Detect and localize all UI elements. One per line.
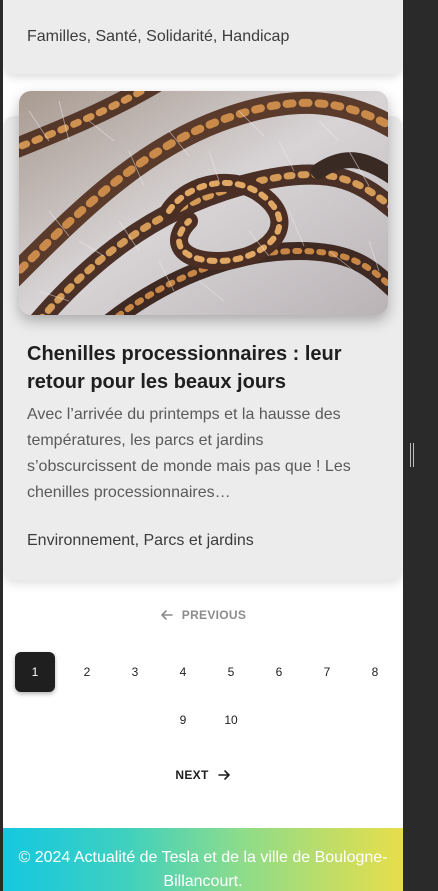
article-card[interactable]: Chenilles processionnaires : leur retour… [4,91,402,580]
page-button-7[interactable]: 7 [303,652,351,692]
article-image[interactable] [19,91,388,315]
page-button-2[interactable]: 2 [63,652,111,692]
page-button-5[interactable]: 5 [207,652,255,692]
previous-article-card[interactable]: Familles, Santé, Solidarité, Handicap [4,0,402,74]
next-page-link[interactable]: NEXT [3,768,403,782]
page-button-9[interactable]: 9 [159,700,207,740]
page-button-3[interactable]: 3 [111,652,159,692]
previous-page-link[interactable]: PREVIOUS [3,608,403,622]
caterpillars-photo [19,91,388,315]
page: Familles, Santé, Solidarité, Handicap Ch… [3,0,403,891]
previous-label: PREVIOUS [181,608,247,622]
next-label: NEXT [175,768,209,782]
arrow-right-icon [217,770,230,780]
arrow-left-icon [160,610,173,620]
page-button-6[interactable]: 6 [255,652,303,692]
footer: © 2024 Actualité de Tesla et de la ville… [3,828,403,891]
article-categories[interactable]: Environnement, Parcs et jardins [27,532,254,550]
page-button-10[interactable]: 10 [207,700,255,740]
page-button-1[interactable]: 1 [15,652,55,692]
scrollbar-handle[interactable] [410,443,414,467]
footer-copyright: © 2024 Actualité de Tesla et de la ville… [18,849,388,890]
page-button-8[interactable]: 8 [351,652,399,692]
article-excerpt: Avec l’arrivée du printemps et la hausse… [27,406,351,501]
article-title[interactable]: Chenilles processionnaires : leur retour… [27,340,377,396]
scrollbar[interactable] [403,0,438,891]
page-button-4[interactable]: 4 [159,652,207,692]
pagination: 1 2 3 4 5 6 7 8 9 10 [15,652,399,740]
previous-article-categories[interactable]: Familles, Santé, Solidarité, Handicap [27,28,289,46]
